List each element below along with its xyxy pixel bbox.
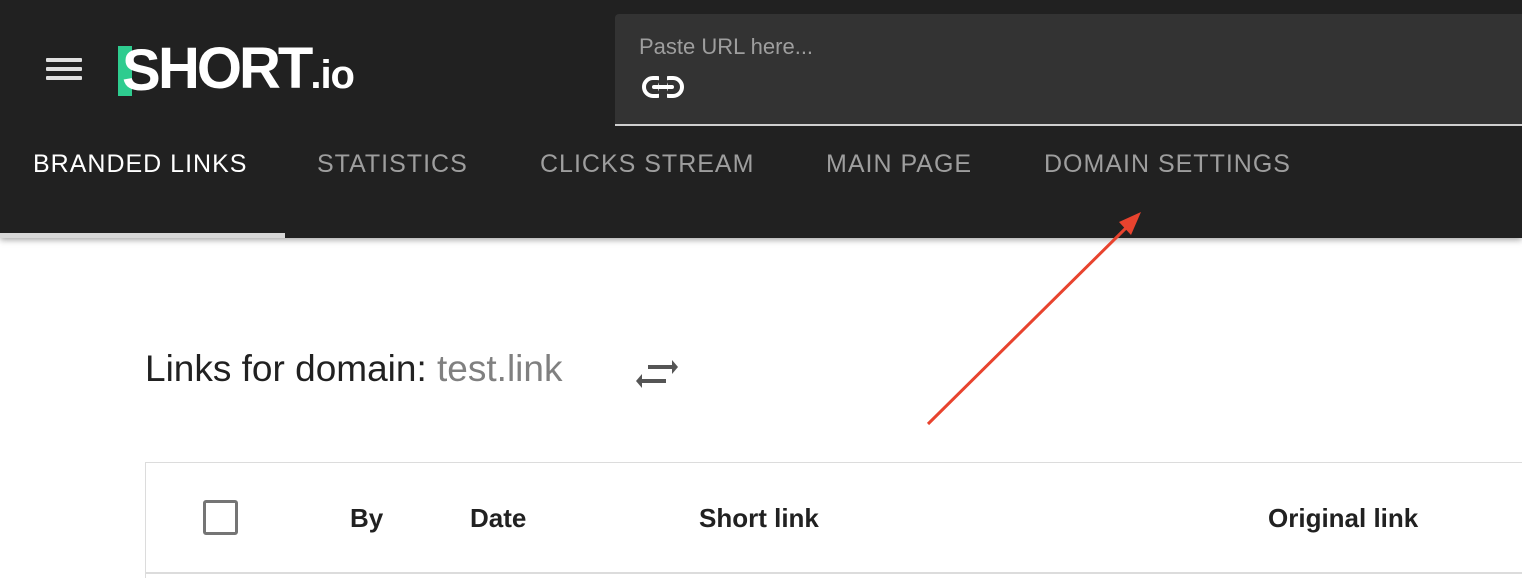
top-app-bar: S HORT.io Paste URL here... BRANDED LINK…: [0, 0, 1522, 238]
current-domain: test.link: [437, 348, 563, 389]
link-icon[interactable]: [641, 72, 685, 102]
tab-main-page[interactable]: MAIN PAGE: [826, 150, 972, 238]
select-all-checkbox[interactable]: [203, 500, 238, 535]
url-input[interactable]: Paste URL here...: [615, 14, 1522, 126]
column-header-date[interactable]: Date: [470, 500, 526, 536]
table-header-divider: [145, 572, 1522, 574]
logo-text: HORT.io: [158, 36, 355, 101]
tab-domain-settings[interactable]: DOMAIN SETTINGS: [1044, 150, 1291, 238]
page-title: Links for domain: test.link: [145, 348, 562, 390]
column-header-original-link[interactable]: Original link: [1268, 500, 1418, 536]
tab-clicks-stream[interactable]: CLICKS STREAM: [540, 150, 754, 238]
page-title-prefix: Links for domain:: [145, 348, 427, 389]
hamburger-menu-icon[interactable]: [40, 52, 88, 88]
active-tab-indicator: [0, 233, 285, 238]
url-input-placeholder: Paste URL here...: [639, 34, 814, 59]
column-header-short-link[interactable]: Short link: [699, 500, 819, 536]
tab-branded-links[interactable]: BRANDED LINKS: [33, 150, 247, 238]
logo-mark: S: [118, 40, 162, 102]
swap-arrows-icon[interactable]: [636, 356, 678, 392]
tab-statistics[interactable]: STATISTICS: [317, 150, 468, 238]
column-header-by[interactable]: By: [350, 500, 383, 536]
